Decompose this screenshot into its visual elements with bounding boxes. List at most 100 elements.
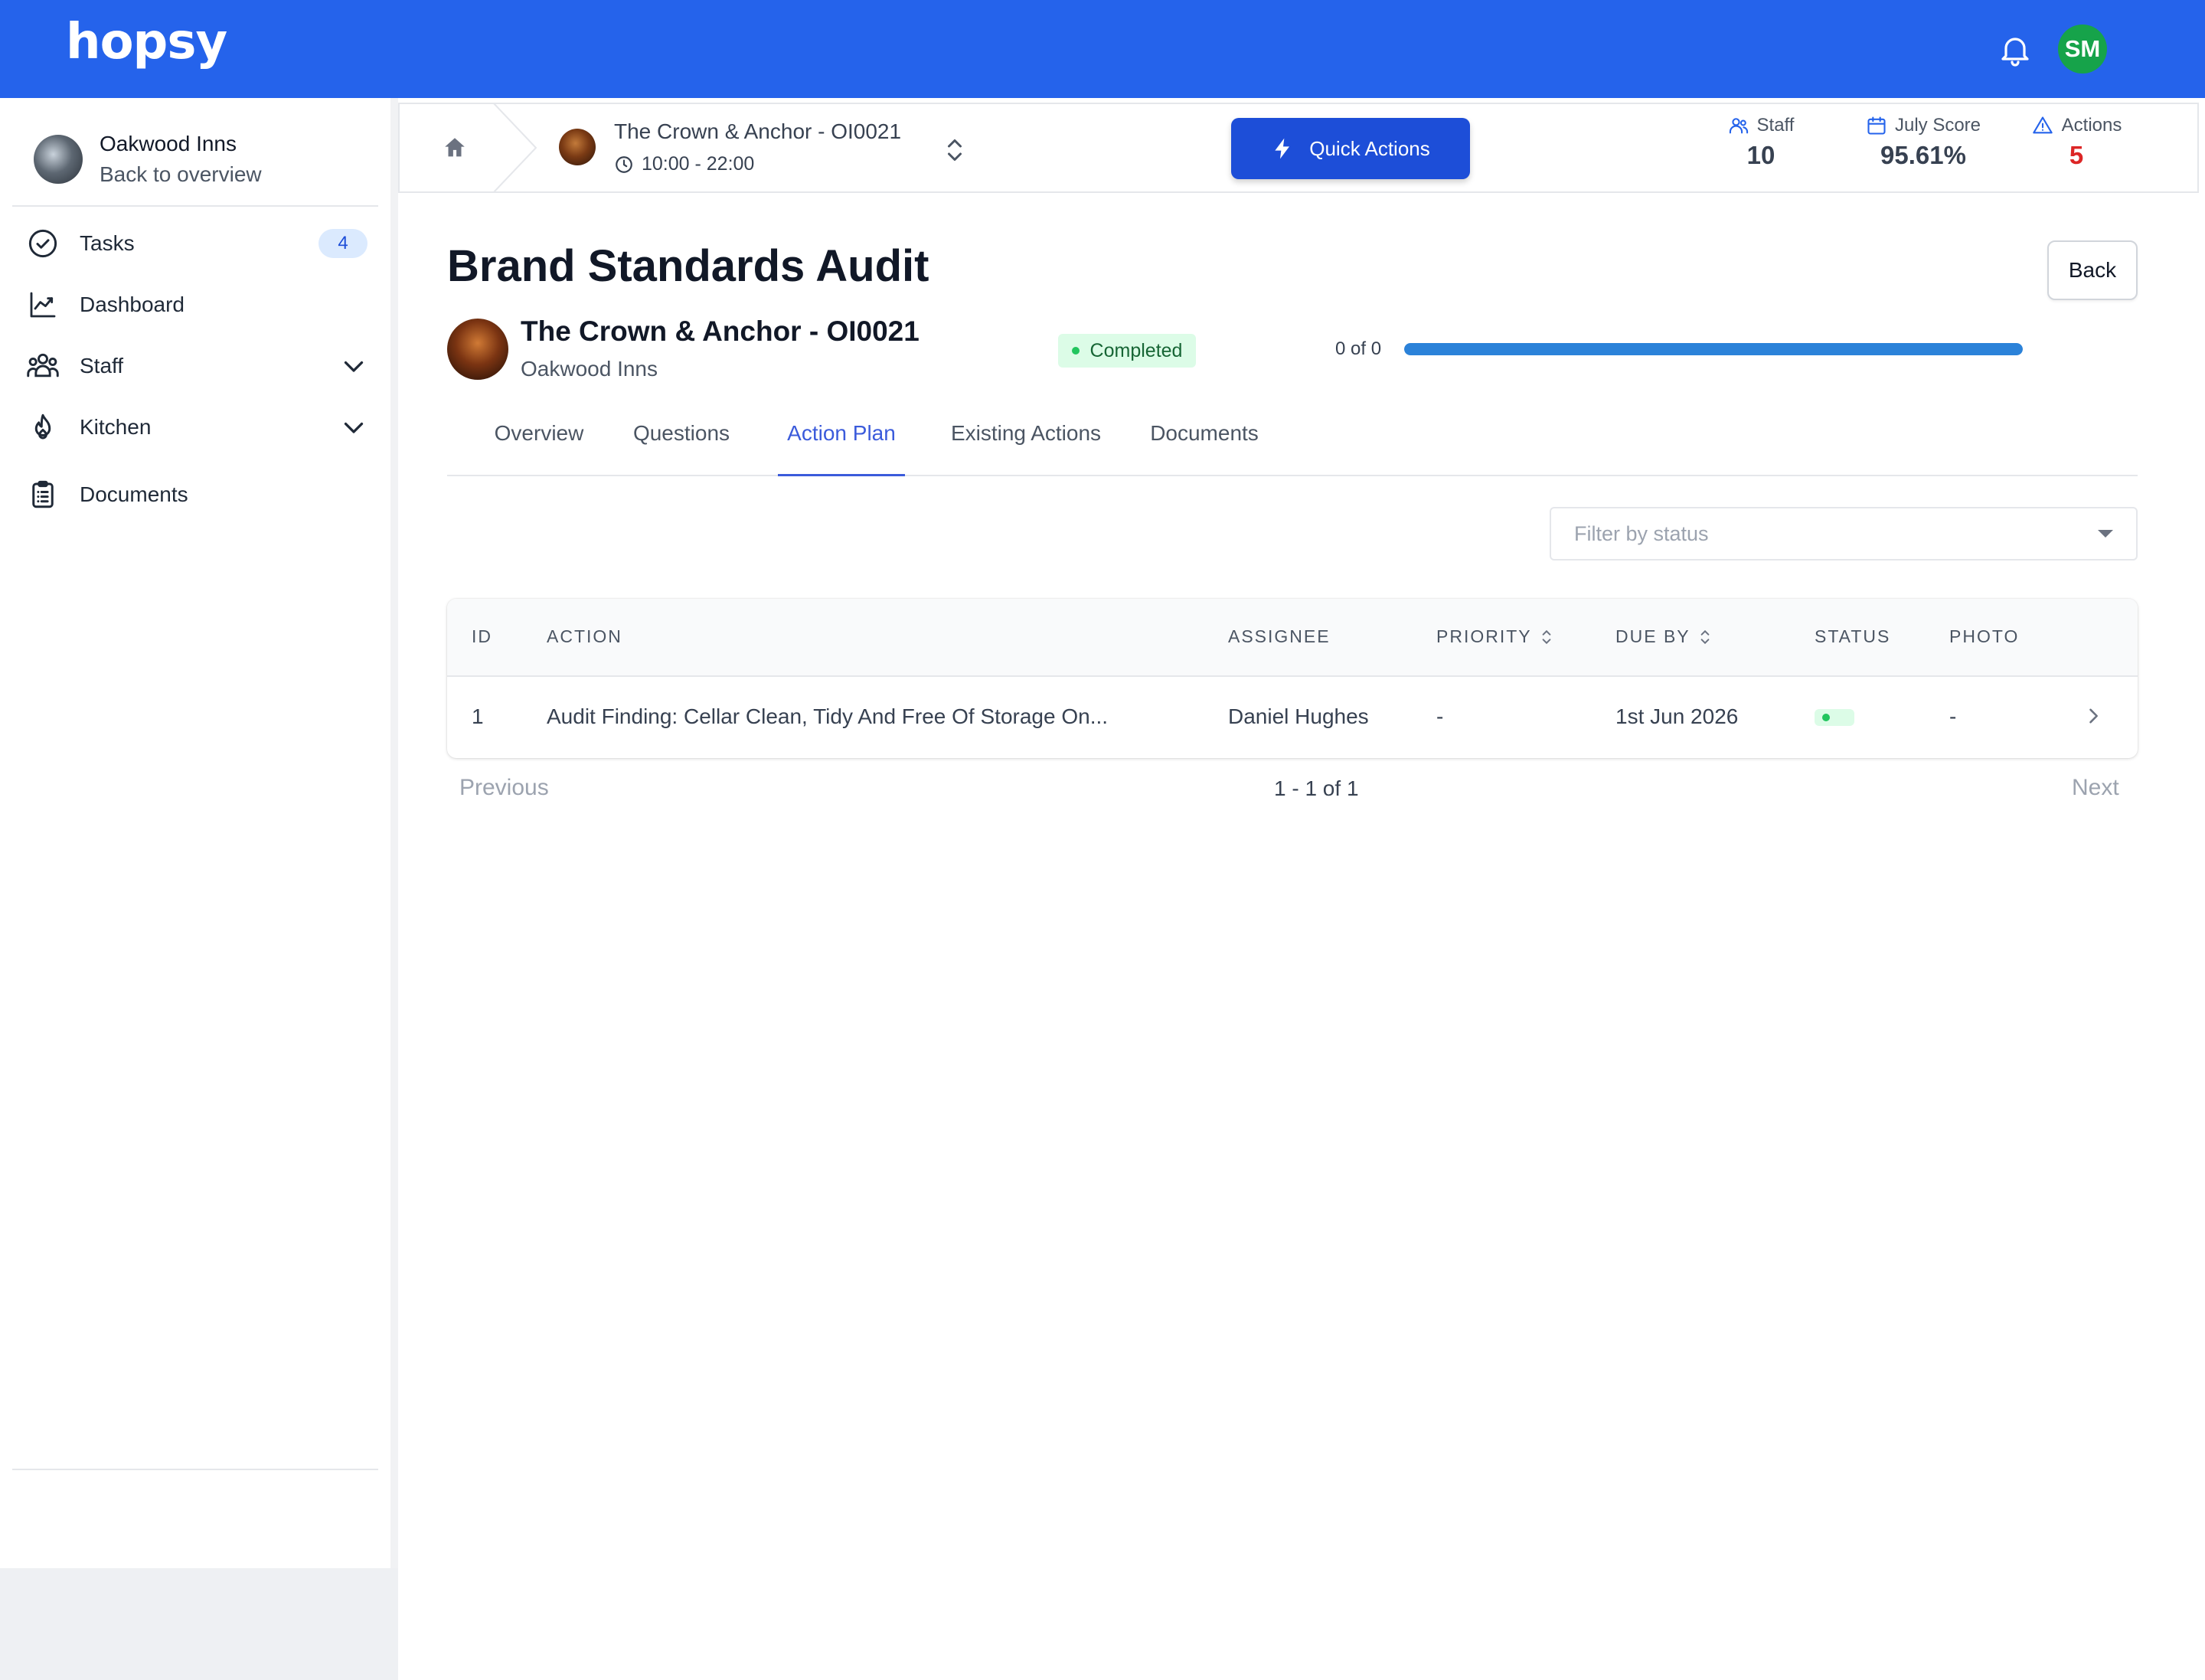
site-hours: 10:00 - 22:00 [614, 153, 754, 175]
table-header: ID ACTION ASSIGNEE PRIORITY DUE BY STATU… [447, 599, 2138, 677]
column-header-priority[interactable]: PRIORITY [1436, 626, 1552, 647]
column-header-due-by[interactable]: DUE BY [1615, 626, 1710, 647]
home-icon[interactable] [441, 135, 469, 161]
status-badge: Completed [1058, 334, 1196, 368]
tab-existing-actions[interactable]: Existing Actions [943, 413, 1109, 476]
warning-icon [2032, 116, 2053, 134]
sidebar-item-label: Tasks [80, 231, 135, 255]
progress-fill [1404, 343, 2023, 355]
column-header-assignee: ASSIGNEE [1228, 626, 1331, 646]
progress-label: 0 of 0 [1335, 338, 1382, 359]
cell-due-by: 1st Jun 2026 [1615, 704, 1739, 728]
sidebar-bottom-divider [12, 1469, 378, 1470]
bell-icon[interactable] [1997, 31, 2034, 69]
status-dot [1071, 347, 1080, 355]
status-text: Completed [1089, 339, 1183, 361]
sidebar-divider [12, 205, 378, 207]
clipboard-icon [26, 478, 60, 512]
sidebar-item-tasks[interactable]: Tasks 4 [26, 222, 368, 265]
column-header-id: ID [472, 626, 492, 646]
sort-icon[interactable] [1700, 629, 1710, 646]
org-avatar [34, 135, 83, 184]
clock-icon [616, 155, 632, 173]
dropdown-caret-icon [2098, 530, 2113, 538]
cell-priority: - [1436, 704, 1444, 728]
site-header-bar: The Crown & Anchor - OI0021 10:00 - 22:0… [398, 103, 2199, 193]
chevron-down-icon[interactable] [340, 352, 368, 380]
sort-icon[interactable] [1541, 629, 1552, 646]
top-app-bar: hopsy SM [0, 0, 2205, 98]
stat-actions[interactable]: Actions 5 [2007, 115, 2145, 170]
stat-label: Staff [1756, 115, 1795, 136]
site-avatar [559, 129, 596, 165]
tab-action-plan[interactable]: Action Plan [778, 413, 905, 476]
chevron-right-icon[interactable] [2082, 704, 2104, 727]
tab-questions[interactable]: Questions [628, 413, 735, 476]
app-logo[interactable]: hopsy [66, 14, 227, 70]
progress-bar [1404, 343, 2023, 355]
stat-label: July Score [1894, 115, 1981, 136]
column-header-status: STATUS [1815, 626, 1891, 646]
back-to-overview-link[interactable]: Back to overview [100, 159, 262, 190]
column-header-label: PRIORITY [1436, 626, 1532, 646]
breadcrumb-separator [492, 103, 537, 193]
stat-value: 5 [2069, 141, 2084, 169]
site-switcher-icon[interactable] [943, 135, 966, 165]
location-org: Oakwood Inns [521, 357, 658, 381]
tab-bar: Overview Questions Action Plan Existing … [447, 413, 2138, 476]
site-name[interactable]: The Crown & Anchor - OI0021 [614, 119, 901, 144]
check-circle-icon [26, 227, 60, 260]
sidebar-item-label: Documents [80, 482, 188, 506]
cell-id: 1 [472, 704, 484, 728]
filter-placeholder: Filter by status [1574, 521, 1709, 545]
sidebar-item-kitchen[interactable]: Kitchen [26, 406, 368, 449]
action-plan-table: ID ACTION ASSIGNEE PRIORITY DUE BY STATU… [447, 599, 2138, 758]
calendar-icon [1867, 116, 1886, 135]
cell-action: Audit Finding: Cellar Clean, Tidy And Fr… [547, 704, 1109, 728]
users-icon [1729, 118, 1748, 134]
org-name: Oakwood Inns [100, 132, 237, 155]
status-dot [1822, 714, 1830, 721]
stat-value: 95.61% [1880, 141, 1966, 169]
column-header-label: DUE BY [1615, 626, 1690, 646]
sidebar-item-staff[interactable]: Staff [26, 345, 368, 387]
sidebar-item-label: Dashboard [80, 293, 185, 316]
sidebar-item-documents[interactable]: Documents [26, 473, 368, 516]
location-avatar [447, 319, 508, 380]
pagination-previous-button[interactable]: Previous [459, 775, 549, 801]
cell-status-badge [1815, 709, 1854, 726]
stat-value: 10 [1746, 141, 1775, 169]
back-button[interactable]: Back [2047, 240, 2138, 300]
tab-overview[interactable]: Overview [490, 413, 588, 476]
org-switcher[interactable]: Oakwood Inns Back to overview [34, 129, 262, 190]
location-name: The Crown & Anchor - OI0021 [521, 315, 920, 347]
users-icon [26, 349, 60, 383]
cell-photo: - [1949, 704, 1957, 728]
page-title: Brand Standards Audit [447, 241, 929, 291]
sidebar-item-label: Staff [80, 354, 124, 378]
lightning-icon [1275, 138, 1290, 159]
quick-actions-label: Quick Actions [1309, 136, 1430, 160]
flame-icon [26, 410, 60, 444]
sidebar: Oakwood Inns Back to overview Tasks 4 Da… [0, 98, 390, 1568]
cell-assignee: Daniel Hughes [1228, 704, 1369, 728]
chevron-down-icon[interactable] [340, 413, 368, 441]
stat-july-score[interactable]: July Score 95.61% [1839, 115, 2007, 170]
column-header-action: ACTION [547, 626, 622, 646]
sidebar-edge [390, 98, 398, 1568]
stat-label: Actions [2061, 115, 2122, 136]
chart-line-icon [26, 288, 60, 322]
tasks-count-badge: 4 [318, 229, 368, 258]
home-breadcrumb[interactable] [400, 104, 507, 191]
status-filter-select[interactable]: Filter by status [1550, 507, 2138, 561]
site-hours-text: 10:00 - 22:00 [642, 153, 755, 175]
stat-staff[interactable]: Staff 10 [1715, 115, 1807, 170]
pagination-next-button[interactable]: Next [2072, 775, 2119, 801]
column-header-photo: PHOTO [1949, 626, 2020, 646]
quick-actions-button[interactable]: Quick Actions [1231, 118, 1470, 179]
sidebar-footer [0, 1568, 398, 1680]
sidebar-item-dashboard[interactable]: Dashboard [26, 283, 368, 326]
sidebar-item-label: Kitchen [80, 415, 152, 439]
tab-documents[interactable]: Documents [1144, 413, 1265, 476]
user-avatar[interactable]: SM [2058, 25, 2107, 74]
